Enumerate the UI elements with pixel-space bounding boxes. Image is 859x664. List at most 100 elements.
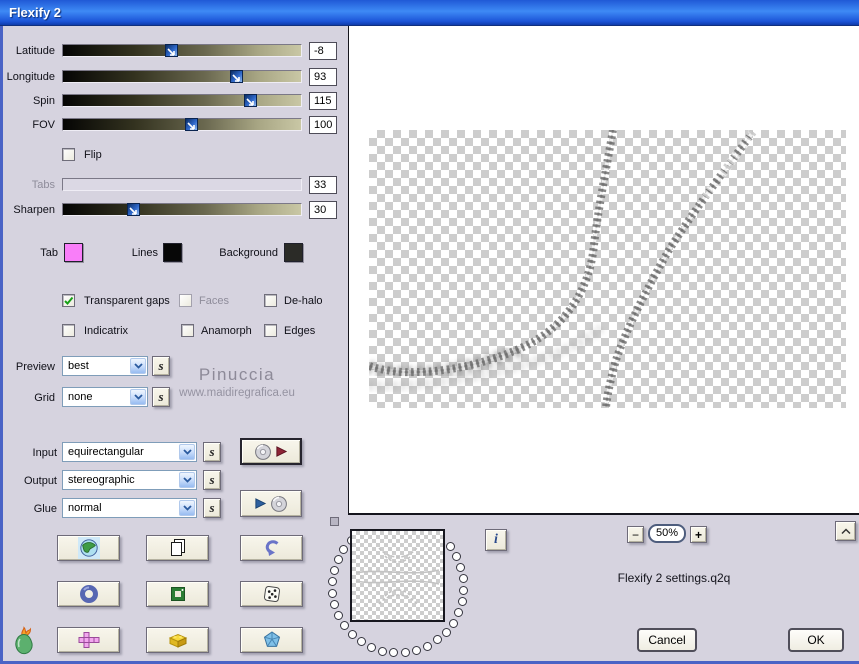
lines-color-swatch[interactable] [163,243,182,262]
ok-button[interactable]: OK [788,628,844,652]
polyhedron-button[interactable] [240,627,303,653]
preview-random-button[interactable]: s [152,356,170,376]
flaming-pear-logo-icon [8,625,40,657]
dial-dot[interactable] [329,600,339,610]
dial-dot[interactable] [458,574,468,584]
fov-label: FOV [32,119,55,131]
chevron-down-icon[interactable] [179,500,195,516]
window-title: Flexify 2 [9,5,62,20]
dial-dot[interactable] [441,627,451,637]
dial-dot[interactable] [423,641,433,651]
dial-dot[interactable] [389,648,399,658]
flip-checkbox[interactable] [62,148,75,161]
chevron-down-icon[interactable] [130,358,146,374]
dial-dot[interactable] [329,565,339,575]
anamorph-checkbox[interactable] [181,324,194,337]
dial-dot[interactable] [327,577,337,587]
dial-dot[interactable] [454,608,464,618]
preview-panel[interactable] [348,26,859,515]
random-dice-button[interactable] [240,581,303,607]
dial-dot[interactable] [456,562,466,572]
dial-dot[interactable] [333,554,343,564]
preview-combo[interactable]: best [62,356,148,376]
check-icon [64,296,74,305]
latitude-slider[interactable] [62,44,302,57]
chevron-down-icon[interactable] [179,444,195,460]
longitude-slider-thumb[interactable] [229,70,243,83]
duplicate-button[interactable] [146,535,209,561]
brick-button[interactable] [146,627,209,653]
dial-dot[interactable] [339,621,349,631]
latitude-slider-thumb[interactable] [165,44,179,57]
spin-slider-thumb[interactable] [244,94,258,107]
dial-dot[interactable] [459,585,469,595]
dial-dot[interactable] [347,629,357,639]
glue-random-button[interactable]: s [203,498,221,518]
zoom-in-button[interactable]: + [690,526,707,543]
fov-value-field[interactable]: 100 [309,116,337,134]
dehalo-checkbox[interactable] [264,294,277,307]
titlebar[interactable]: Flexify 2 [0,0,859,26]
minus-glyph: − [631,527,639,542]
sharpen-slider[interactable] [62,203,302,216]
tab-color-swatch[interactable] [64,243,83,262]
dial-dot[interactable] [327,588,337,598]
cube-net-icon [77,629,101,651]
glue-combo[interactable]: normal [62,498,197,518]
zoom-out-button[interactable]: − [627,526,644,543]
undo-button[interactable] [240,535,303,561]
input-random-button[interactable]: s [203,442,221,462]
dial-dot[interactable] [366,642,376,652]
nav-thumbnail[interactable] [350,529,445,622]
chevron-down-icon[interactable] [130,389,146,405]
zoom-level-display[interactable]: 50% [648,524,686,543]
edges-checkbox[interactable] [264,324,277,337]
sharpen-value-field[interactable]: 30 [309,201,337,219]
globe-button[interactable] [57,535,120,561]
spin-value-field[interactable]: 115 [309,92,337,110]
preview-image-area[interactable] [366,129,846,408]
ring-button[interactable] [57,581,120,607]
input-combo[interactable]: equirectangular [62,442,197,462]
transparent-gaps-checkbox[interactable] [62,294,75,307]
latitude-value-field[interactable]: -8 [309,42,337,60]
dial-dot[interactable] [334,611,344,621]
sharpen-slider-thumb[interactable] [127,203,141,216]
output-random-button[interactable]: s [203,470,221,490]
chevron-down-icon[interactable] [179,472,195,488]
collapse-button[interactable] [835,521,856,541]
sharpen-label: Sharpen [13,204,55,216]
frame-button[interactable] [146,581,209,607]
background-color-swatch[interactable] [284,243,303,262]
tabs-value-field[interactable]: 33 [309,176,337,194]
longitude-value-field[interactable]: 93 [309,68,337,86]
grid-combo-label: Grid [34,392,55,404]
dial-dot[interactable] [448,618,458,628]
save-settings-button[interactable] [240,490,302,517]
dial-dot[interactable] [339,544,349,554]
load-settings-button[interactable] [240,438,302,465]
dial-dot[interactable] [452,552,462,562]
indicatrix-checkbox[interactable] [62,324,75,337]
grid-combo[interactable]: none [62,387,148,407]
settings-file-name: Flexify 2 settings.q2q [617,571,731,585]
output-combo[interactable]: stereographic [62,470,197,490]
watermark-url: www.maidiregrafica.eu [179,387,295,399]
dial-dot[interactable] [432,635,442,645]
spin-slider[interactable] [62,94,302,107]
dial-dot[interactable] [412,645,422,655]
info-glyph: i [494,532,498,547]
info-button[interactable]: i [485,529,507,551]
dial-dot[interactable] [377,646,387,656]
dial-dot[interactable] [457,597,467,607]
dial-dot[interactable] [445,542,455,552]
dial-dot[interactable] [400,648,410,658]
fov-slider-thumb[interactable] [184,118,198,131]
undo-arrow-icon [261,537,283,559]
longitude-slider[interactable] [62,70,302,83]
longitude-label: Longitude [6,71,55,83]
cancel-button[interactable]: Cancel [637,628,697,652]
dial-dot[interactable] [356,637,366,647]
fov-slider[interactable] [62,118,302,131]
cube-net-button[interactable] [57,627,120,653]
